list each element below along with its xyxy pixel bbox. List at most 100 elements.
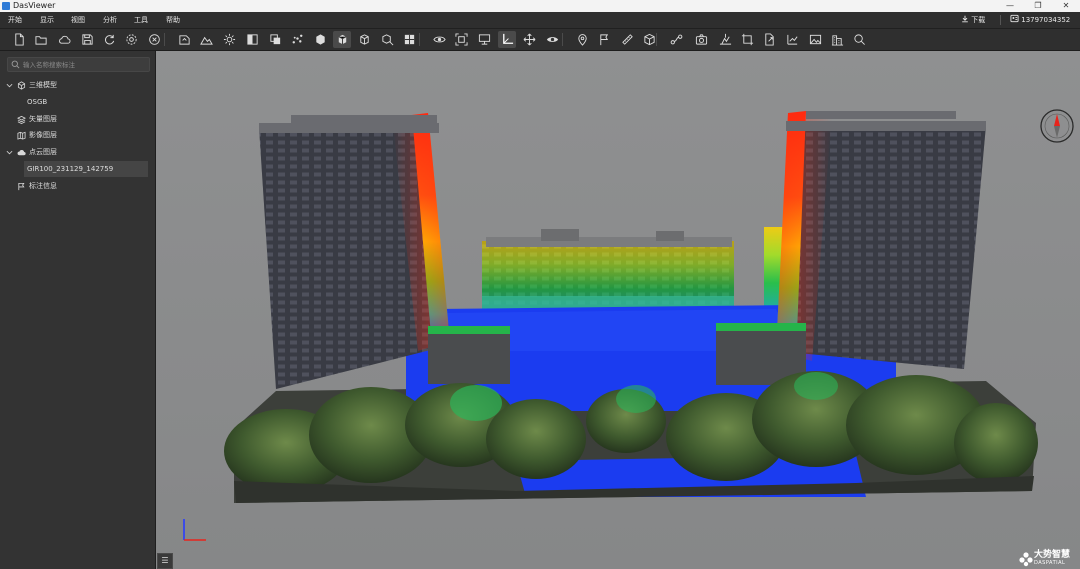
search-tool-button[interactable]: [850, 31, 868, 48]
annotation-icon: [18, 182, 25, 191]
settings-icon: [125, 34, 137, 45]
grid-icon: [404, 34, 414, 45]
toolbar-separator: [164, 33, 165, 46]
fit-view-tool-button[interactable]: [452, 31, 470, 48]
image-tool-button[interactable]: [806, 31, 824, 48]
flag-tool-button[interactable]: [595, 31, 613, 48]
camera-tool-button[interactable]: [692, 31, 710, 48]
minimize-button[interactable]: —: [996, 0, 1024, 12]
right-tower: [776, 111, 986, 369]
download-icon: [962, 15, 968, 23]
color-mode-tool-button[interactable]: [243, 31, 261, 48]
refresh-icon: [104, 34, 114, 45]
building-tool-button[interactable]: [828, 31, 846, 48]
flag-icon: [599, 34, 608, 46]
map-layer-icon: [17, 131, 26, 140]
tree-item-image-layer[interactable]: 影像图层: [0, 127, 155, 143]
export-icon: [764, 33, 774, 46]
close-circle-tool-button[interactable]: [145, 31, 163, 48]
menu-analysis[interactable]: 分析: [103, 15, 117, 25]
ruler-icon: [621, 34, 633, 45]
monitor-tool-button[interactable]: [475, 31, 493, 48]
camera-icon: [695, 34, 707, 45]
compass-icon[interactable]: [1039, 108, 1075, 144]
vector-layer-icon: [17, 115, 26, 124]
elevation-tool-button[interactable]: [716, 31, 734, 48]
point-cloud-tool-button[interactable]: [288, 31, 306, 48]
crop-icon: [741, 33, 753, 46]
download-button[interactable]: 下载: [961, 14, 985, 26]
settings-tool-button[interactable]: [122, 31, 140, 48]
box-icon: [338, 34, 346, 45]
axis-indicator-icon: [183, 519, 206, 541]
menu-start[interactable]: 开始: [8, 15, 22, 25]
box-tool-button[interactable]: [333, 31, 351, 48]
cube-tool-button[interactable]: [311, 31, 329, 48]
title-bar: DasViewer — ❐ ✕: [0, 0, 1080, 12]
tree-item-label: 矢量图层: [29, 115, 57, 123]
tree-item-label: 点云图层: [29, 148, 57, 156]
axis-tool-button[interactable]: [498, 31, 516, 48]
restore-button[interactable]: ❐: [1024, 0, 1052, 12]
user-card-icon: [1010, 14, 1019, 23]
location-pin-tool-button[interactable]: [573, 31, 591, 48]
terrain-icon: [199, 36, 213, 45]
tree-item-annotations[interactable]: 标注信息: [0, 178, 155, 194]
layer-panel: 三维模型 OSGB 矢量图层 影像图层 点云图层 GIR100_231129_1…: [0, 51, 156, 569]
app-title: DasViewer: [13, 1, 56, 10]
pan-tool-button[interactable]: [520, 31, 538, 48]
cloud-tool-button[interactable]: [55, 31, 73, 48]
download-label: 下载: [971, 16, 986, 24]
menu-bar: 开始 显示 视图 分析 工具 帮助 下载 13797034352: [0, 12, 1080, 29]
close-circle-icon: [148, 34, 160, 45]
tree-item-label: OSGB: [27, 98, 48, 106]
chevron-down-icon[interactable]: [6, 82, 13, 89]
tree-item-osgb[interactable]: OSGB: [0, 94, 155, 110]
cloud-icon: [58, 35, 70, 44]
export-tool-button[interactable]: [760, 31, 778, 48]
tree-item-3d-model[interactable]: 三维模型: [0, 77, 155, 93]
open-folder-tool-button[interactable]: [32, 31, 50, 48]
eye-tool-button[interactable]: [543, 31, 561, 48]
path-tool-button[interactable]: [667, 31, 685, 48]
axis-icon: [502, 33, 513, 44]
middle-building: [482, 229, 734, 309]
search-icon: [853, 34, 865, 45]
menu-tools[interactable]: 工具: [134, 15, 148, 25]
tree-item-vector-layer[interactable]: 矢量图层: [0, 111, 155, 127]
search-input[interactable]: [23, 58, 143, 71]
left-tower: [259, 113, 450, 389]
panel-menu-button[interactable]: ☰: [157, 553, 173, 569]
tree-item-gir100[interactable]: GIR100_231129_142759: [0, 161, 155, 177]
monitor-icon: [478, 34, 490, 45]
view-tool-button[interactable]: [430, 31, 448, 48]
crop-tool-button[interactable]: [738, 31, 756, 48]
user-account[interactable]: 13797034352: [1010, 14, 1070, 26]
measure-box-tool-button[interactable]: [378, 31, 396, 48]
point-cloud-scene[interactable]: [156, 51, 1080, 569]
new-file-tool-button[interactable]: [10, 31, 28, 48]
eye-icon: [546, 37, 558, 42]
menu-help[interactable]: 帮助: [166, 15, 180, 25]
import-model-tool-button[interactable]: [175, 31, 193, 48]
layer-tool-button[interactable]: [266, 31, 284, 48]
terrain-tool-button[interactable]: [197, 31, 215, 48]
ruler-tool-button[interactable]: [618, 31, 636, 48]
search-icon: [11, 60, 20, 69]
close-window-button[interactable]: ✕: [1052, 0, 1080, 12]
light-tool-button[interactable]: [220, 31, 238, 48]
grid-tool-button[interactable]: [400, 31, 418, 48]
tree-item-point-cloud-layer[interactable]: 点云图层: [0, 144, 155, 160]
chevron-down-icon[interactable]: [6, 149, 13, 156]
menu-view[interactable]: 视图: [71, 15, 85, 25]
brand-logo-icon: [1019, 552, 1033, 567]
save-tool-button[interactable]: [78, 31, 96, 48]
menu-display[interactable]: 显示: [40, 15, 54, 25]
toolbar: [0, 29, 1080, 51]
3d-viewport[interactable]: [156, 51, 1080, 569]
refresh-tool-button[interactable]: [100, 31, 118, 48]
wireframe-box-tool-button[interactable]: [355, 31, 373, 48]
search-box: [7, 57, 150, 72]
tree-item-label: 标注信息: [29, 182, 57, 190]
chart-export-tool-button[interactable]: [783, 31, 801, 48]
